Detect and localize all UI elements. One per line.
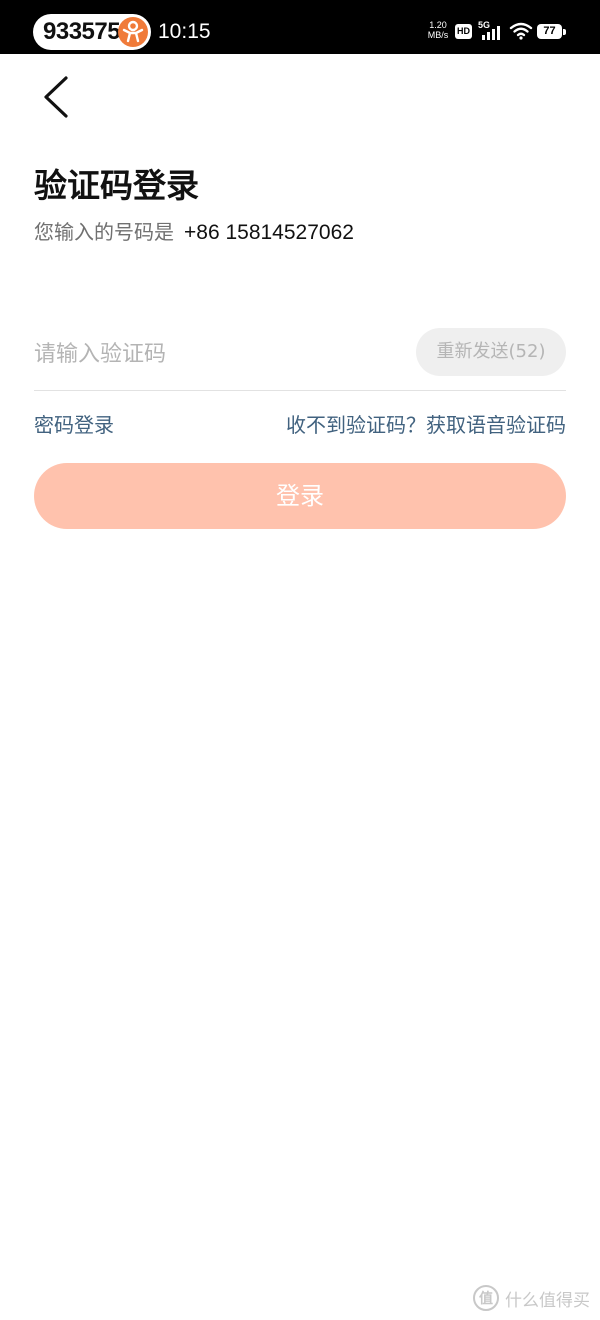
notification-pill[interactable]: 933575 bbox=[33, 14, 151, 50]
status-time: 10:15 bbox=[158, 20, 211, 43]
net-speed: 1.20 MB/s bbox=[422, 20, 454, 40]
phone-hint: 您输入的号码是 +86 15814527062 bbox=[34, 216, 354, 248]
signal-icon: 5G bbox=[478, 20, 504, 42]
phone-number: +86 15814527062 bbox=[184, 221, 354, 244]
net-speed-unit: MB/s bbox=[427, 30, 449, 40]
code-field: 重新发送(52) bbox=[34, 326, 566, 391]
battery-cap bbox=[563, 29, 566, 35]
login-button[interactable]: 登录 bbox=[34, 463, 566, 529]
notification-number: 933575 bbox=[43, 18, 121, 45]
net-speed-value: 1.20 bbox=[429, 20, 447, 30]
password-login-link[interactable]: 密码登录 bbox=[34, 410, 114, 440]
back-button[interactable] bbox=[30, 70, 80, 124]
page-title: 验证码登录 bbox=[34, 166, 199, 205]
wifi-icon bbox=[509, 22, 533, 40]
verification-code-input[interactable] bbox=[34, 334, 404, 374]
watermark-logo-icon: 值 bbox=[473, 1285, 499, 1311]
voice-code-link[interactable]: 收不到验证码？获取语音验证码 bbox=[286, 410, 566, 440]
status-bar: 933575 10:15 1.20 MB/s HD 5G 77 bbox=[0, 0, 600, 54]
watermark-text: 什么值得买 bbox=[505, 1290, 590, 1311]
resend-code-button[interactable]: 重新发送(52) bbox=[416, 328, 566, 376]
watermark: 值 什么值得买 bbox=[473, 1284, 590, 1312]
phone-hint-label: 您输入的号码是 bbox=[34, 220, 174, 244]
hd-badge: HD bbox=[455, 24, 472, 39]
battery-icon: 77 bbox=[537, 24, 567, 40]
battery-level: 77 bbox=[537, 24, 562, 39]
chevron-left-icon bbox=[44, 76, 68, 118]
app-logo-icon bbox=[118, 17, 148, 47]
